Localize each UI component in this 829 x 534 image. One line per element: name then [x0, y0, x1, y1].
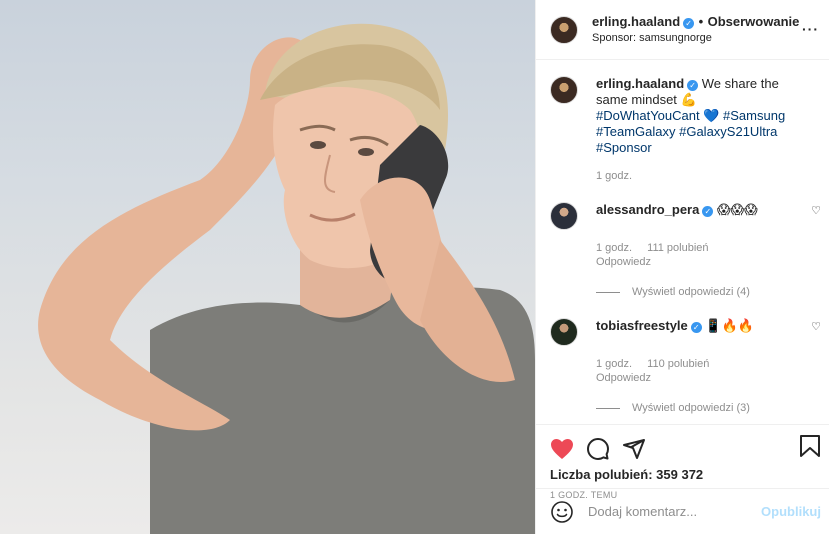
- post-sidebar: erling.haaland ✓ • Obserwowanie Sponsor: …: [535, 0, 829, 534]
- view-replies-button[interactable]: Wyświetl odpowiedzi (4): [596, 286, 815, 298]
- heart-icon[interactable]: [550, 438, 574, 460]
- share-icon[interactable]: [622, 437, 646, 461]
- emoji-icon[interactable]: [550, 500, 574, 524]
- bookmark-icon[interactable]: [799, 434, 821, 458]
- view-replies-label: Wyświetl odpowiedzi (3): [632, 402, 750, 414]
- commenter-avatar[interactable]: [550, 202, 578, 230]
- comment: alessandro_pera ✓ 😱😱😱 ♡: [550, 202, 821, 230]
- blue-heart-emoji: 💙: [703, 108, 720, 123]
- comment: tobiasfreestyle ✓ 📱🔥🔥 ♡: [550, 318, 821, 346]
- divider: [596, 407, 620, 409]
- instagram-post: erling.haaland ✓ • Obserwowanie Sponsor: …: [0, 0, 829, 534]
- reply-button[interactable]: Odpowiedz: [596, 372, 815, 384]
- sponsor-label[interactable]: Sponsor: samsungnorge: [592, 30, 799, 46]
- muscle-emoji: 💪: [680, 92, 697, 107]
- caption-time: 1 godz.: [596, 170, 633, 182]
- hashtag-link[interactable]: #Samsung: [723, 108, 785, 123]
- comment-likes[interactable]: 111 polubień: [647, 242, 708, 254]
- comment-body: 😱😱😱: [716, 202, 758, 217]
- caption-text: erling.haaland ✓ We share the same mindse…: [596, 76, 796, 156]
- add-comment-bar: Opublikuj: [536, 488, 829, 534]
- comment-input[interactable]: [588, 504, 748, 519]
- comment-username[interactable]: tobiasfreestyle: [596, 318, 688, 333]
- following-button[interactable]: Obserwowanie: [708, 14, 800, 29]
- comments-list: erling.haaland ✓ We share the same mindse…: [536, 60, 829, 424]
- commenter-avatar[interactable]: [550, 318, 578, 346]
- comment-text: tobiasfreestyle ✓ 📱🔥🔥: [596, 318, 796, 346]
- comment-meta: 1 godz. 111 polubień: [596, 242, 815, 254]
- caption-username[interactable]: erling.haaland: [596, 76, 684, 91]
- action-icons: [536, 425, 829, 465]
- reply-button[interactable]: Odpowiedz: [596, 256, 815, 268]
- author-avatar[interactable]: [550, 15, 578, 44]
- author-info: erling.haaland ✓ • Obserwowanie Sponsor: …: [592, 14, 799, 46]
- caption-avatar[interactable]: [550, 76, 578, 104]
- comment-like-icon[interactable]: ♡: [811, 320, 821, 333]
- caption: erling.haaland ✓ We share the same mindse…: [550, 76, 815, 156]
- verified-icon: ✓: [687, 80, 699, 91]
- comment-meta: 1 godz. 110 polubień: [596, 358, 815, 370]
- divider: [596, 291, 620, 293]
- more-options-icon[interactable]: ···: [802, 21, 819, 37]
- post-photo[interactable]: [0, 0, 535, 534]
- view-replies-button[interactable]: Wyświetl odpowiedzi (3): [596, 402, 815, 414]
- verified-icon: ✓: [683, 17, 695, 29]
- comment-time: 1 godz.: [596, 358, 633, 370]
- comment-text: alessandro_pera ✓ 😱😱😱: [596, 202, 796, 230]
- hashtag-link[interactable]: #TeamGalaxy: [596, 124, 675, 139]
- comment-time: 1 godz.: [596, 242, 633, 254]
- verified-icon: ✓: [702, 206, 714, 217]
- view-replies-label: Wyświetl odpowiedzi (4): [632, 286, 750, 298]
- comment-username[interactable]: alessandro_pera: [596, 202, 699, 217]
- author-username[interactable]: erling.haaland: [592, 14, 680, 29]
- publish-button[interactable]: Opublikuj: [761, 504, 821, 519]
- comment-likes[interactable]: 110 polubień: [647, 358, 709, 370]
- hashtag-link[interactable]: #GalaxyS21Ultra: [679, 124, 777, 139]
- hashtag-link[interactable]: #DoWhatYouCant: [596, 108, 700, 123]
- verified-icon: ✓: [690, 322, 702, 333]
- likes-count[interactable]: Liczba polubień: 359 372: [536, 465, 829, 482]
- player-photo-illustration: [38, 23, 535, 534]
- comment-icon[interactable]: [586, 437, 610, 461]
- hashtag-link[interactable]: #Sponsor: [596, 140, 652, 155]
- caption-meta: 1 godz.: [596, 170, 815, 182]
- separator: •: [698, 13, 704, 29]
- action-bar: Liczba polubień: 359 372 1 GODZ. TEMU Op…: [536, 424, 829, 534]
- comment-like-icon[interactable]: ♡: [811, 204, 821, 217]
- comment-body: 📱🔥🔥: [705, 318, 754, 333]
- post-header: erling.haaland ✓ • Obserwowanie Sponsor: …: [536, 0, 829, 60]
